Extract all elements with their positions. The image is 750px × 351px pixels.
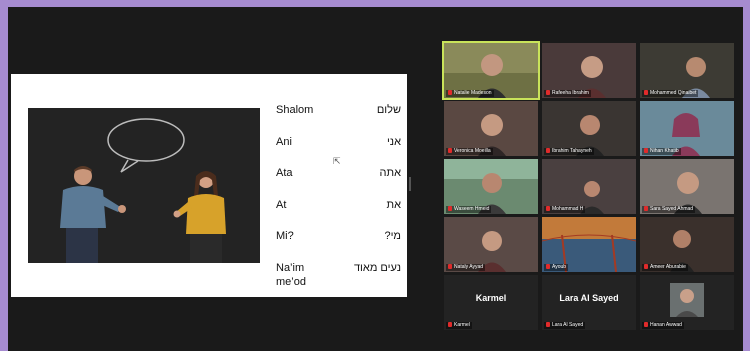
mic-muted-icon [546,148,550,154]
mic-muted-icon [644,264,648,270]
slide-illustration [28,108,260,263]
participant-tile[interactable]: Nataly Ayyad [444,217,538,272]
participant-tile[interactable]: Mohammed Qinaibet [640,43,734,98]
mic-muted-icon [546,206,550,212]
participant-name-label: Ameer Aburabie [642,264,688,271]
participant-tile[interactable]: Lara Al Sayed Lara Al Sayed [542,275,636,330]
vocab-english: At [276,199,287,211]
vocab-hebrew: אתה [379,167,401,179]
split-resize-handle[interactable] [409,177,411,191]
participant-tile[interactable]: Karmel Karmel [444,275,538,330]
mic-muted-icon [448,264,452,270]
vocab-english: Mi? [276,230,294,242]
participant-name-label: Veronica Moeilla [446,148,493,155]
mic-muted-icon [644,148,648,154]
mic-muted-icon [448,206,452,212]
participant-gallery: Natalie Madeson Rafeeha Ibrahim Mohammed… [444,43,738,331]
participant-name-label: Karmel [446,322,472,329]
participant-tile[interactable]: Ibrahim Tahayneh [542,101,636,156]
vocab-hebrew: שלום [376,104,401,116]
participant-tile[interactable]: Sara Sayed Ahmad [640,159,734,214]
participant-tile[interactable]: Nihan Khatib [640,101,734,156]
participant-tile[interactable]: Natalie Madeson [444,43,538,98]
participant-name-label: Mohammed Qinaibet [642,90,699,97]
participant-tile[interactable]: Ameer Aburabie [640,217,734,272]
participant-name-label: Nataly Ayyad [446,264,486,271]
participant-name-label: Waseem Hmeid [446,206,492,213]
participant-name-label: Nihan Khatib [642,148,681,155]
vocab-hebrew: אני [386,136,401,148]
participant-name-label: Lara Al Sayed [544,322,586,329]
participant-tile[interactable]: Ayoub [542,217,636,272]
mic-muted-icon [546,264,550,270]
mic-muted-icon [448,90,452,96]
participant-display-name: Karmel [475,293,507,303]
participant-name-label: Sara Sayed Ahmad [642,206,696,213]
mic-muted-icon [448,148,452,154]
participant-name-label: Mohammad H [544,206,586,213]
participant-display-name: Lara Al Sayed [559,293,619,303]
vocab-hebrew: נעים מאוד [353,262,401,274]
participant-name-label: Ibrahim Tahayneh [544,148,594,155]
mic-muted-icon [644,206,648,212]
mic-muted-icon [644,322,648,328]
participant-tile[interactable]: Hanan Awwad [640,275,734,330]
participant-tile[interactable]: Mohammad H [542,159,636,214]
participant-name-label: Hanan Awwad [642,322,684,329]
vocab-english: Ani [276,136,292,148]
participant-tile[interactable]: Rafeeha Ibrahim [542,43,636,98]
vocab-hebrew: את [386,199,401,211]
participant-name-label: Ayoub [544,264,569,271]
vocab-english: Na’im me’od [276,262,306,288]
vocab-hebrew: מי? [384,230,401,242]
meeting-window: Shalom שלום Ani אני Ata אתה At את Mi? מי… [8,7,743,351]
mic-muted-icon [448,322,452,328]
mic-muted-icon [546,90,550,96]
mouse-cursor-icon: ⇱ [333,156,341,166]
mic-muted-icon [644,90,648,96]
participant-name-label: Natalie Madeson [446,90,494,97]
shared-slide: Shalom שלום Ani אני Ata אתה At את Mi? מי… [11,74,407,297]
participant-name-label: Rafeeha Ibrahim [544,90,591,97]
vocab-english: Ata [276,167,293,179]
mic-muted-icon [546,322,550,328]
vocab-english: Shalom [276,104,314,116]
participant-tile[interactable]: Veronica Moeilla [444,101,538,156]
participant-tile[interactable]: Waseem Hmeid [444,159,538,214]
